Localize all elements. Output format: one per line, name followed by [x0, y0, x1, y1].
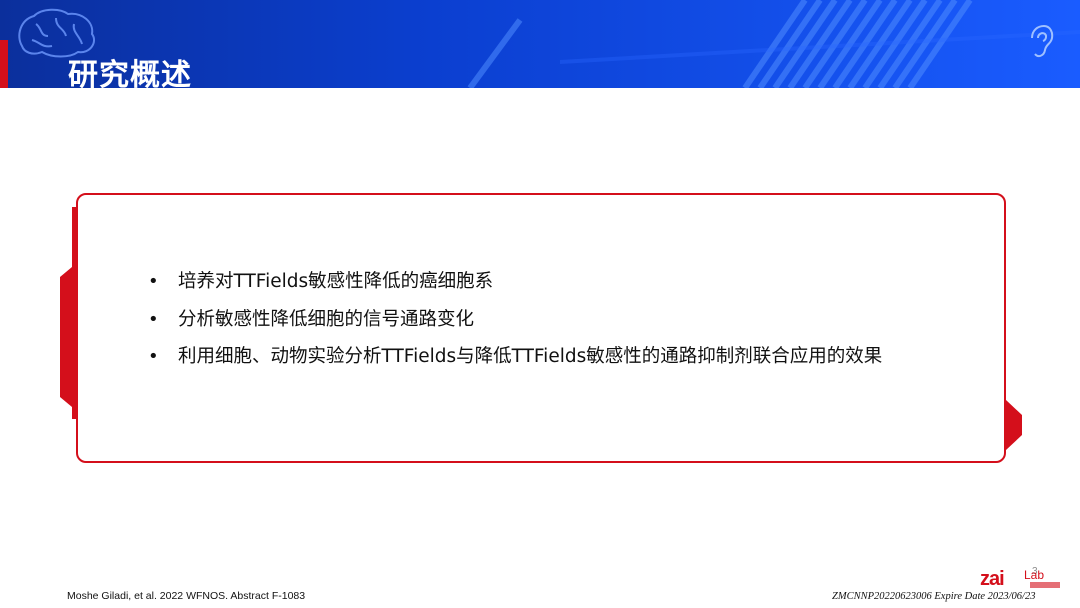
- logo-main-text: zai: [980, 568, 1005, 590]
- bullet-item: • 利用细胞、动物实验分析TTFields与降低TTFields敏感性的通路抑制剂…: [148, 345, 882, 383]
- bullet-dot-icon: •: [148, 271, 159, 292]
- bullet-text: 培养对TTFields敏感性降低的癌细胞系: [178, 271, 494, 292]
- bullet-item: • 培养对TTFields敏感性降低的癌细胞系: [148, 270, 882, 308]
- ear-icon: [1031, 24, 1054, 58]
- bullet-dot-icon: •: [148, 308, 159, 330]
- bullet-item: • 分析敏感性降低细胞的信号通路变化: [148, 308, 882, 346]
- bullet-dot-icon: •: [148, 346, 159, 367]
- bullet-text: 利用细胞、动物实验分析TTFields与降低TTFields敏感性的通路抑制剂联…: [178, 346, 883, 367]
- page-title: 研究概述: [68, 58, 192, 88]
- logo-lab-text: Lab: [1024, 568, 1045, 582]
- slide-header: 研究概述: [0, 0, 1080, 88]
- citation-text: Moshe Giladi, et al. 2022 WFNOS. Abstrac…: [67, 590, 306, 602]
- bullet-list: • 培养对TTFields敏感性降低的癌细胞系 • 分析敏感性降低细胞的信号通路变化…: [148, 270, 882, 383]
- document-code: ZMCNNP20220623006 Expire Date 2023/06/23: [832, 591, 1036, 602]
- header-accent-bar: [0, 40, 8, 88]
- bullet-text: 分析敏感性降低细胞的信号通路变化: [178, 308, 475, 330]
- logo-subtitle-mark: [1030, 582, 1060, 588]
